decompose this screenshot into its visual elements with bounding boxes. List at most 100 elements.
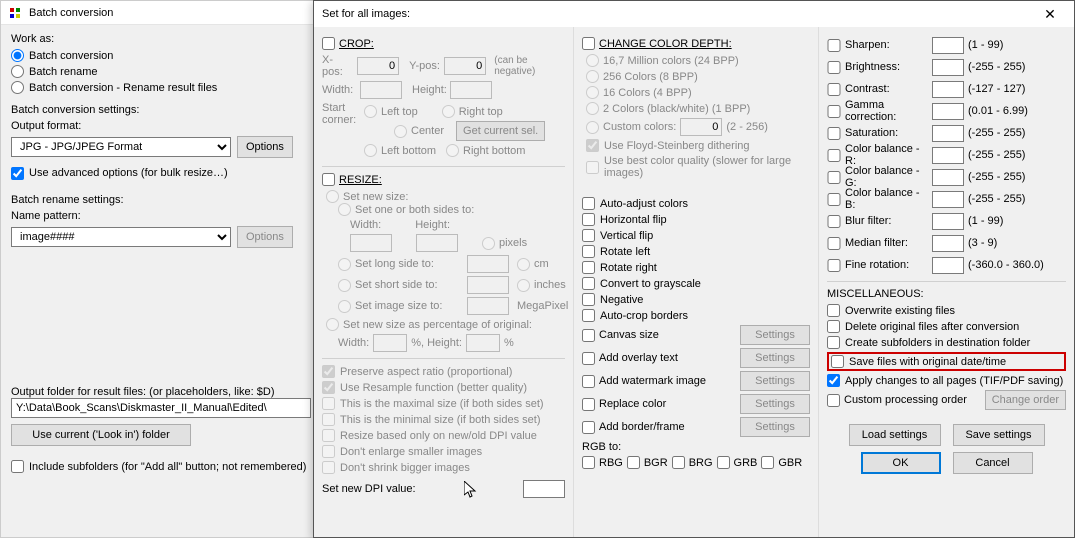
watermark-settings-button: Settings <box>740 371 810 391</box>
cancel-button[interactable]: Cancel <box>953 452 1033 474</box>
radio-set-one-both <box>338 203 351 216</box>
crop-height-input <box>450 81 492 99</box>
brg-checkbox[interactable] <box>672 456 685 469</box>
image-size-input <box>467 297 509 315</box>
set-for-all-images-dialog: Set for all images: ✕ CROP: X-pos: Y-pos… <box>313 0 1075 538</box>
adjustment-row: Color balance - G:(-255 - 255) <box>827 167 1066 187</box>
replace-color-checkbox[interactable] <box>582 398 595 411</box>
adj-value-1[interactable] <box>932 59 964 76</box>
adj-value-4[interactable] <box>932 125 964 142</box>
app-icon <box>7 5 23 21</box>
radio-set-short <box>338 279 351 292</box>
dpi-input[interactable] <box>523 480 565 498</box>
adj-value-5[interactable] <box>932 147 964 164</box>
ok-button[interactable]: OK <box>861 452 941 474</box>
adj-checkbox-7[interactable] <box>827 193 841 206</box>
dpi-resize-checkbox <box>322 429 335 442</box>
radio-set-long <box>338 258 351 271</box>
adjustment-row: Blur filter:(1 - 99) <box>827 211 1066 231</box>
adj-checkbox-6[interactable] <box>827 171 841 184</box>
apply-all-pages-checkbox[interactable] <box>827 374 840 387</box>
output-format-select[interactable]: JPG - JPG/JPEG Format <box>11 137 231 157</box>
hflip-checkbox[interactable] <box>582 213 595 226</box>
adj-value-0[interactable] <box>932 37 964 54</box>
adj-checkbox-5[interactable] <box>827 149 841 162</box>
advanced-options-checkbox[interactable] <box>11 167 24 180</box>
grayscale-checkbox[interactable] <box>582 277 595 290</box>
no-shrink-checkbox <box>322 461 335 474</box>
adj-checkbox-4[interactable] <box>827 127 841 140</box>
rbg-checkbox[interactable] <box>582 456 595 469</box>
gbr-checkbox[interactable] <box>761 456 774 469</box>
resize-checkbox[interactable] <box>322 173 335 186</box>
grb-checkbox[interactable] <box>717 456 730 469</box>
rotate-right-checkbox[interactable] <box>582 261 595 274</box>
adjustment-row: Saturation:(-255 - 255) <box>827 123 1066 143</box>
save-settings-button[interactable]: Save settings <box>953 424 1045 446</box>
adj-checkbox-2[interactable] <box>827 83 841 96</box>
close-button[interactable]: ✕ <box>1034 3 1066 25</box>
custom-colors-input <box>680 118 722 136</box>
adj-value-3[interactable] <box>932 103 964 120</box>
adj-value-9[interactable] <box>932 235 964 252</box>
save-original-date-checkbox[interactable] <box>831 355 844 368</box>
adjustment-row: Sharpen:(1 - 99) <box>827 35 1066 55</box>
radio-batch-conversion[interactable] <box>11 49 24 62</box>
overlay-text-checkbox[interactable] <box>582 352 595 365</box>
adjustment-row: Gamma correction:(0.01 - 6.99) <box>827 101 1066 121</box>
border-checkbox[interactable] <box>582 421 595 434</box>
best-quality-checkbox <box>586 161 599 174</box>
ypos-input <box>444 57 486 75</box>
watermark-checkbox[interactable] <box>582 375 595 388</box>
delete-original-checkbox[interactable] <box>827 320 840 333</box>
output-folder-input[interactable] <box>11 398 311 418</box>
adj-checkbox-0[interactable] <box>827 39 841 52</box>
window-title: Batch conversion <box>29 7 113 19</box>
adj-value-7[interactable] <box>932 191 964 208</box>
adjustment-row: Fine rotation:(-360.0 - 360.0) <box>827 255 1066 275</box>
adj-value-2[interactable] <box>932 81 964 98</box>
load-settings-button[interactable]: Load settings <box>849 424 941 446</box>
name-pattern-options-button: Options <box>237 226 293 248</box>
overwrite-checkbox[interactable] <box>827 304 840 317</box>
auto-crop-checkbox[interactable] <box>582 309 595 322</box>
radio-2-colors <box>586 102 599 115</box>
dialog-titlebar: Set for all images: ✕ <box>314 1 1074 27</box>
adj-checkbox-8[interactable] <box>827 215 841 228</box>
radio-center <box>394 125 407 138</box>
adjustment-row: Contrast:(-127 - 127) <box>827 79 1066 99</box>
name-pattern-select[interactable]: image#### <box>11 227 231 247</box>
negative-checkbox[interactable] <box>582 293 595 306</box>
adjustment-row: Color balance - R:(-255 - 255) <box>827 145 1066 165</box>
dialog-title: Set for all images: <box>322 8 410 20</box>
radio-inches <box>517 279 530 292</box>
canvas-settings-button: Settings <box>740 325 810 345</box>
adj-checkbox-3[interactable] <box>827 105 841 118</box>
crop-checkbox[interactable] <box>322 37 335 50</box>
adj-value-6[interactable] <box>932 169 964 186</box>
adj-value-10[interactable] <box>932 257 964 274</box>
resize-height-input <box>416 234 458 252</box>
radio-set-new-size <box>326 190 339 203</box>
vflip-checkbox[interactable] <box>582 229 595 242</box>
custom-order-checkbox[interactable] <box>827 394 840 407</box>
change-color-depth-checkbox[interactable] <box>582 37 595 50</box>
create-subfolders-checkbox[interactable] <box>827 336 840 349</box>
adj-value-8[interactable] <box>932 213 964 230</box>
bgr-checkbox[interactable] <box>627 456 640 469</box>
radio-batch-rename[interactable] <box>11 65 24 78</box>
auto-adjust-checkbox[interactable] <box>582 197 595 210</box>
radio-right-bottom <box>446 144 459 157</box>
rotate-left-checkbox[interactable] <box>582 245 595 258</box>
include-subfolders-checkbox[interactable] <box>11 460 24 473</box>
adj-checkbox-10[interactable] <box>827 259 841 272</box>
options-button[interactable]: Options <box>237 136 293 158</box>
canvas-size-checkbox[interactable] <box>582 329 595 342</box>
use-current-folder-button[interactable]: Use current ('Look in') folder <box>11 424 191 446</box>
radio-left-bottom <box>364 144 377 157</box>
rgb-to-label: RGB to: <box>582 441 810 453</box>
floyd-steinberg-checkbox <box>586 139 599 152</box>
adj-checkbox-9[interactable] <box>827 237 841 250</box>
adj-checkbox-1[interactable] <box>827 61 841 74</box>
radio-batch-conversion-rename[interactable] <box>11 81 24 94</box>
